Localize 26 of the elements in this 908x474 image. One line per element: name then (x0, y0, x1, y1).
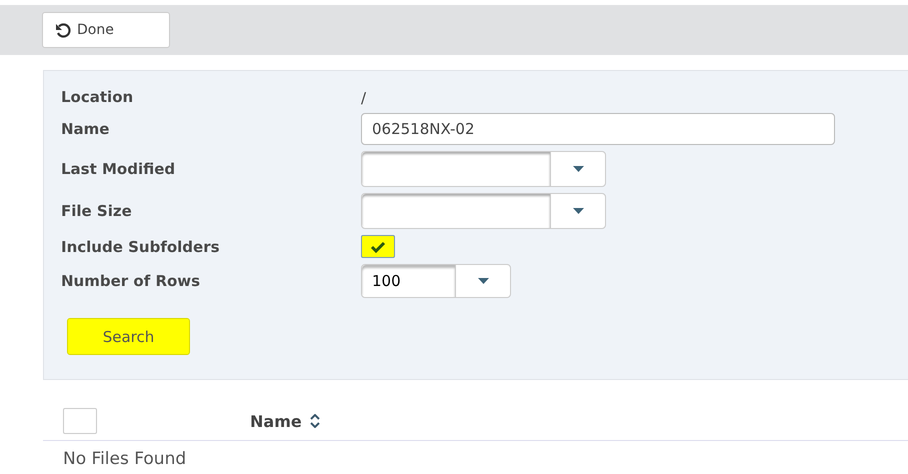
field-label: Include Subfolders (61, 236, 221, 256)
check-icon (370, 240, 386, 252)
name-field[interactable]: 062518NX-02 (361, 113, 835, 145)
field-label: File Size (61, 201, 133, 221)
undo-icon (55, 22, 71, 38)
combo-box[interactable] (361, 193, 606, 229)
field-label: Last Modified (61, 159, 176, 179)
caret-icon (478, 278, 488, 284)
caret-icon (572, 166, 584, 172)
done-button[interactable]: Done (42, 12, 170, 48)
empty-message: No Files Found (63, 449, 188, 469)
column-header[interactable]: Name (250, 412, 302, 430)
dropdown-field[interactable] (362, 152, 551, 186)
field-label: Name (61, 119, 110, 139)
combo-box[interactable]: 100 (361, 264, 511, 298)
field-label: Location (61, 87, 134, 107)
checkbox[interactable] (361, 235, 395, 258)
caret-icon (572, 208, 584, 214)
sort-icon[interactable] (310, 414, 320, 428)
combo-box[interactable] (361, 151, 606, 187)
dropdown-field[interactable] (362, 194, 551, 228)
select-all-checkbox[interactable] (63, 408, 97, 434)
search-button[interactable]: Search (67, 318, 190, 355)
field-label: Number of Rows (61, 271, 202, 291)
rows-field[interactable]: 100 (362, 265, 456, 297)
location-value: / (361, 88, 366, 106)
